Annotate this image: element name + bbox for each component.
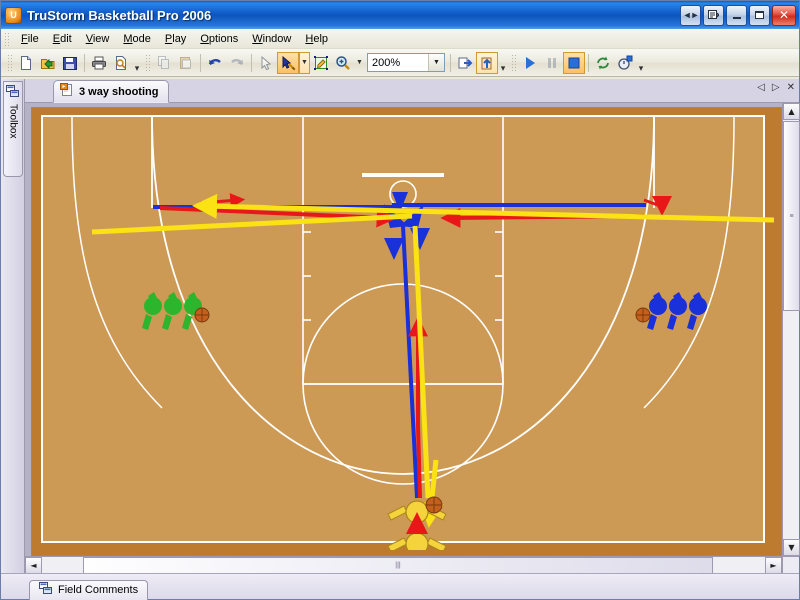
toolbar-grip-3[interactable] (511, 54, 516, 72)
play-document-icon (60, 83, 74, 100)
restore-mdi-button[interactable]: ◄► (680, 5, 701, 26)
court-canvas[interactable] (31, 107, 782, 556)
horizontal-scrollbar[interactable]: ◄ ||| ► (25, 556, 782, 573)
document-tab-strip: 3 way shooting ◁ ▷ ✕ (25, 79, 799, 103)
export-icon[interactable] (454, 52, 476, 74)
stop-icon[interactable] (563, 52, 585, 74)
menu-view[interactable]: View (79, 31, 117, 47)
minimize-button[interactable] (726, 5, 747, 26)
window-controls: ◄► ✕ (680, 5, 796, 26)
open-folder-icon[interactable] (37, 52, 59, 74)
draw-pen-icon[interactable] (277, 52, 299, 74)
menu-window[interactable]: Window (245, 31, 298, 47)
zoom-level-combobox[interactable]: 200% ▼ (367, 53, 445, 72)
scroll-up-button[interactable]: ▲ (783, 103, 800, 120)
status-bar: Field Comments (1, 573, 799, 599)
title-bar: U TruStorm Basketball Pro 2006 ◄► ✕ (1, 1, 799, 29)
toolbar-overflow-1[interactable] (132, 52, 142, 74)
vertical-scroll-thumb[interactable]: ≡ (783, 121, 800, 311)
play-icon[interactable] (519, 52, 541, 74)
window-title: TruStorm Basketball Pro 2006 (27, 8, 680, 23)
tab-next-icon[interactable]: ▷ (772, 83, 780, 93)
paste-icon[interactable] (175, 52, 197, 74)
toolbox-label: Toolbox (8, 104, 19, 138)
toolbar-overflow-3[interactable] (636, 52, 646, 74)
toolbar-grip-1[interactable] (7, 54, 12, 72)
print-icon[interactable] (88, 52, 110, 74)
redo-icon[interactable] (226, 52, 248, 74)
menu-edit[interactable]: Edit (46, 31, 79, 47)
vertical-scrollbar[interactable]: ▲ ≡ ▼ (782, 103, 799, 556)
toolbar-separator-2 (200, 54, 201, 72)
field-comments-label: Field Comments (58, 584, 138, 596)
zoom-magnifier-icon[interactable] (332, 52, 354, 74)
tab-close-icon[interactable]: ✕ (787, 83, 795, 93)
undo-icon[interactable] (204, 52, 226, 74)
import-icon[interactable] (476, 52, 498, 74)
maximize-button[interactable] (749, 5, 770, 26)
document-region: 3 way shooting ◁ ▷ ✕ (25, 79, 799, 573)
menu-mode[interactable]: Mode (116, 31, 158, 47)
toolbox-strip: Toolbox (1, 79, 25, 573)
scroll-down-button[interactable]: ▼ (783, 539, 800, 556)
copy-icon[interactable] (153, 52, 175, 74)
menu-help[interactable]: Help (298, 31, 335, 47)
zoom-level-value: 200% (368, 57, 428, 69)
app-shield-icon: U (5, 7, 22, 24)
horizontal-scroll-thumb[interactable]: ||| (83, 557, 713, 574)
tab-prev-icon[interactable]: ◁ (757, 83, 765, 93)
field-comments-tab[interactable]: Field Comments (29, 580, 148, 600)
toolbox-tab[interactable]: Toolbox (3, 81, 23, 177)
document-tab-3-way-shooting[interactable]: 3 way shooting (53, 80, 169, 103)
print-preview-icon[interactable] (110, 52, 132, 74)
timer-icon[interactable] (614, 52, 636, 74)
pause-icon[interactable] (541, 52, 563, 74)
document-tab-nav: ◁ ▷ ✕ (757, 83, 795, 93)
menu-play[interactable]: Play (158, 31, 193, 47)
menu-grip[interactable] (4, 32, 10, 46)
canvas-wrapper: ▲ ≡ ▼ ◄ ||| ► (25, 103, 799, 573)
document-tab-label: 3 way shooting (79, 86, 158, 98)
toolbar-grip-2[interactable] (145, 54, 150, 72)
main-toolbar: ▼ ▼ 200% ▼ (1, 49, 799, 77)
menu-file[interactable]: File (14, 31, 46, 47)
close-button[interactable]: ✕ (772, 5, 796, 26)
toolbar-separator-3 (251, 54, 252, 72)
toolbox-panel-icon (6, 85, 20, 101)
comments-icon (39, 582, 53, 598)
loop-icon[interactable] (592, 52, 614, 74)
draw-pen-dropdown-caret-icon[interactable]: ▼ (299, 52, 310, 74)
scroll-left-button[interactable]: ◄ (25, 557, 42, 574)
basketball-half-court[interactable] (32, 108, 774, 550)
save-icon[interactable] (59, 52, 81, 74)
new-file-icon[interactable] (15, 52, 37, 74)
zoom-dropdown-caret-icon[interactable]: ▼ (354, 52, 365, 74)
zoom-combobox-caret-icon[interactable]: ▼ (428, 54, 444, 71)
scroll-right-button[interactable]: ► (765, 557, 782, 574)
toolbar-separator-1 (84, 54, 85, 72)
mdi-window-button[interactable] (703, 5, 724, 26)
select-pointer-icon[interactable] (255, 52, 277, 74)
menu-bar: File Edit View Mode Play Options Window … (1, 29, 799, 49)
menu-options[interactable]: Options (193, 31, 245, 47)
toolbar-overflow-2[interactable] (498, 52, 508, 74)
menu-file-rest: ile (28, 33, 39, 45)
application-window: U TruStorm Basketball Pro 2006 ◄► ✕ File… (0, 0, 800, 600)
edit-field-icon[interactable] (310, 52, 332, 74)
toolbar-separator-4 (450, 54, 451, 72)
toolbar-separator-5 (588, 54, 589, 72)
scrollbar-corner (782, 556, 799, 573)
work-area: Toolbox 3 way shooting ◁ ▷ ✕ (1, 79, 799, 573)
